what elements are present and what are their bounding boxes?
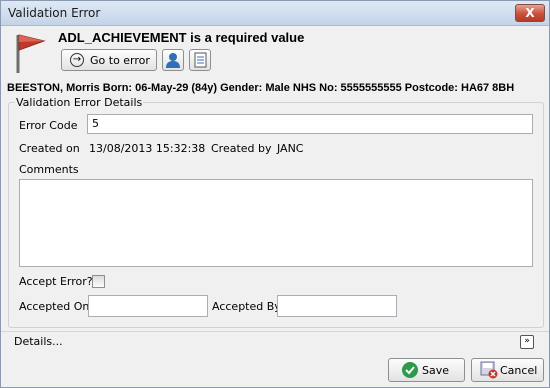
save-button[interactable]: Save bbox=[388, 358, 465, 382]
patient-button[interactable] bbox=[162, 49, 184, 71]
created-on-value: 13/08/2013 15:32:38 bbox=[89, 142, 206, 155]
document-icon bbox=[194, 52, 207, 68]
details-label: Details... bbox=[14, 335, 63, 348]
save-label: Save bbox=[422, 364, 450, 377]
patient-banner: BEESTON, Morris Born: 06-May-29 (84y) Ge… bbox=[7, 82, 515, 94]
close-button[interactable]: X bbox=[515, 4, 545, 22]
created-by-value: JANC bbox=[277, 142, 304, 155]
accepted-by-label: Accepted By bbox=[212, 300, 281, 313]
error-code-label: Error Code bbox=[19, 119, 78, 132]
comments-label: Comments bbox=[19, 163, 79, 176]
validation-error-dialog: Validation Error X ADL_ACHIEVEMENT is a … bbox=[0, 0, 550, 388]
save-check-icon bbox=[402, 362, 418, 378]
cancel-label: Cancel bbox=[500, 364, 538, 377]
go-to-error-button[interactable]: → Go to error bbox=[61, 49, 157, 71]
details-expander[interactable]: Details... » bbox=[1, 331, 549, 351]
notes-button[interactable] bbox=[189, 49, 211, 71]
error-code-field[interactable]: 5 bbox=[87, 114, 533, 134]
accepted-on-field[interactable] bbox=[88, 295, 208, 317]
accept-error-label: Accept Error? bbox=[19, 275, 93, 288]
group-title: Validation Error Details bbox=[15, 96, 144, 109]
cancel-button[interactable]: Cancel bbox=[471, 358, 544, 382]
created-by-label: Created by bbox=[211, 142, 272, 155]
accept-error-checkbox[interactable] bbox=[92, 275, 105, 288]
arrow-right-circle-icon: → bbox=[70, 53, 84, 67]
comments-textarea[interactable] bbox=[19, 179, 533, 267]
cancel-icon bbox=[480, 361, 498, 379]
expand-chevron-icon[interactable]: » bbox=[520, 335, 534, 349]
accepted-by-field[interactable] bbox=[277, 295, 397, 317]
close-icon: X bbox=[525, 6, 535, 20]
accepted-on-label: Accepted On bbox=[19, 300, 90, 313]
person-icon bbox=[166, 53, 180, 68]
created-on-label: Created on bbox=[19, 142, 80, 155]
title-bar[interactable]: Validation Error X bbox=[1, 1, 549, 26]
flag-icon bbox=[16, 34, 46, 73]
go-to-error-label: Go to error bbox=[90, 54, 150, 67]
window-title: Validation Error bbox=[8, 6, 101, 20]
error-message: ADL_ACHIEVEMENT is a required value bbox=[58, 30, 305, 45]
